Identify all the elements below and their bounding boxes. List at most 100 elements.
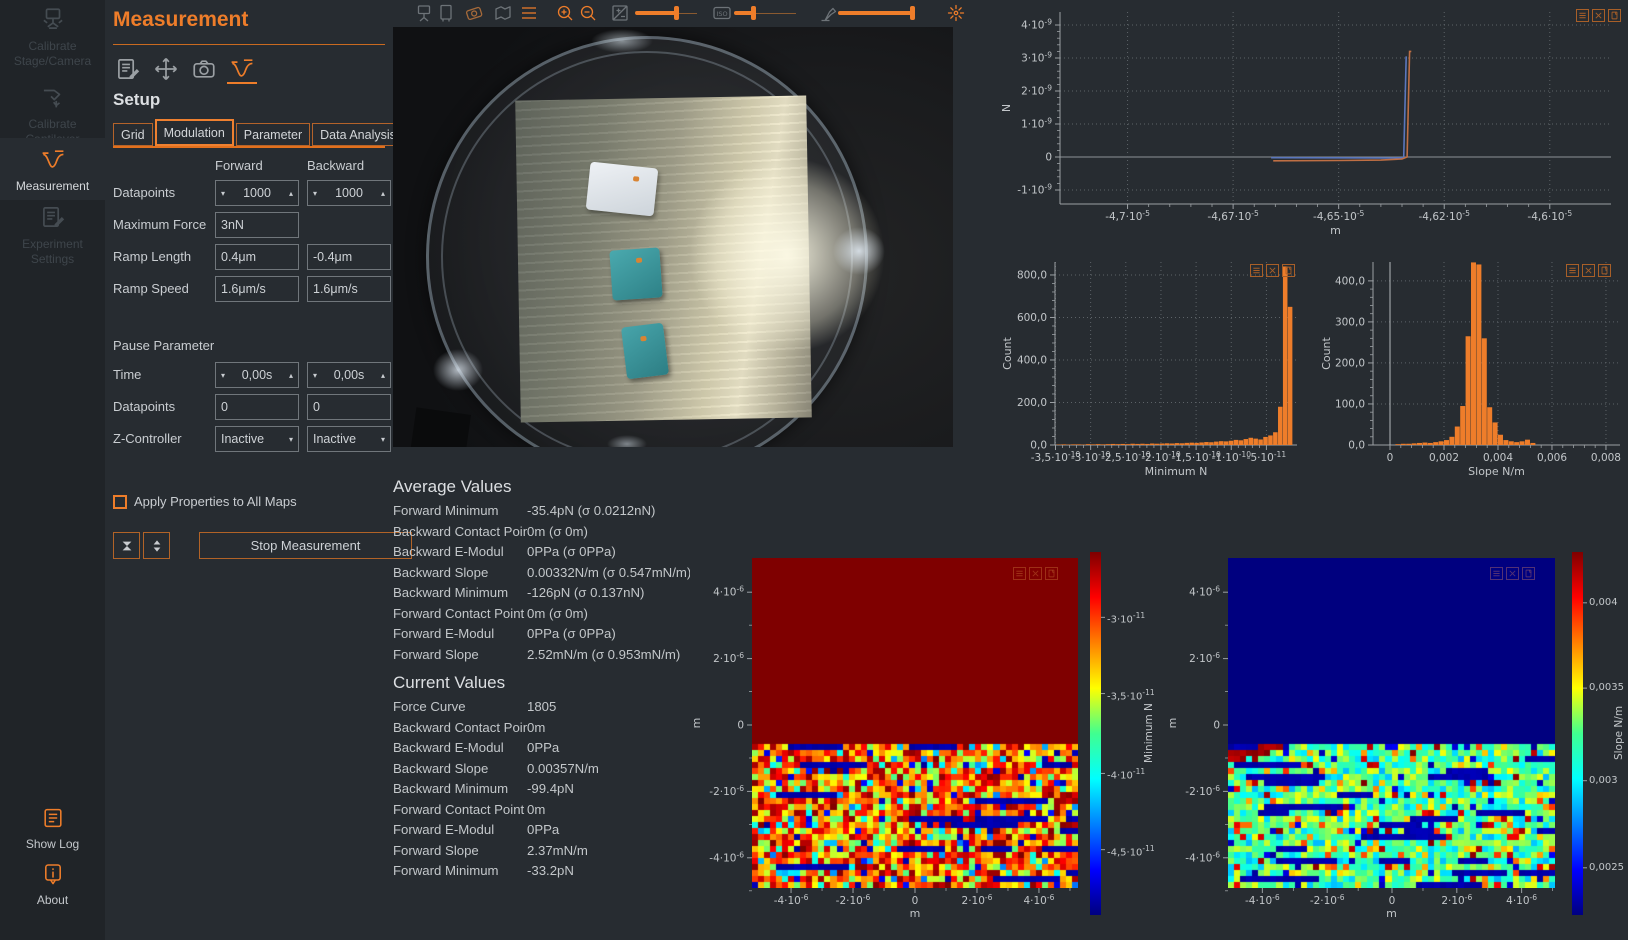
field-row-maximum-force: Maximum Force3nN <box>113 212 393 238</box>
chart-layout-icon[interactable] <box>1592 9 1605 22</box>
hist-bar <box>1244 439 1249 445</box>
chart-export-icon[interactable] <box>1598 264 1611 277</box>
colorbar-tick-label: -4,5·10-11 <box>1107 844 1155 858</box>
chart-layout-icon[interactable] <box>1506 567 1519 580</box>
sidebar-item-calibrate-stage-camera[interactable]: Calibrate Stage/Camera <box>0 6 105 69</box>
tool-camera-icon[interactable] <box>189 54 219 84</box>
current-value-row: Backward Contact Point0m <box>393 720 690 741</box>
svg-text:2·10-9: 2·10-9 <box>1021 84 1052 98</box>
current-value-row: Backward Slope0.00357N/m <box>393 761 690 782</box>
tab-grid[interactable]: Grid <box>113 123 153 146</box>
chart-export-icon[interactable] <box>1608 9 1621 22</box>
expand-button[interactable] <box>143 532 170 559</box>
chart-menu-icon[interactable] <box>1250 264 1263 277</box>
toolbar-zoom-out-icon[interactable] <box>578 3 598 23</box>
chart-menu-icon[interactable] <box>1490 567 1503 580</box>
toolbar-stage-icon[interactable] <box>414 3 434 23</box>
forward-dropdown[interactable]: Inactive▾ <box>215 426 299 452</box>
svg-text:-3·10-10: -3·10-10 <box>1071 450 1111 464</box>
toolbar-menu-icon[interactable] <box>519 3 539 23</box>
tool-move-icon[interactable] <box>151 54 181 84</box>
toolbar-sample-frame-icon[interactable] <box>436 3 456 23</box>
forward-input[interactable]: 0.4μm <box>215 244 299 270</box>
toolbar-slider-iso[interactable] <box>734 11 796 15</box>
field-label: Time <box>113 367 141 382</box>
tool-notes-icon[interactable] <box>113 54 143 84</box>
chart-export-icon[interactable] <box>1522 567 1535 580</box>
toolbar-slider-exposure[interactable] <box>635 11 697 15</box>
camera-live-view[interactable] <box>393 27 953 447</box>
backward-input[interactable]: 0 <box>307 394 391 420</box>
tab-parameter[interactable]: Parameter <box>236 123 310 146</box>
hist-bar <box>1224 441 1229 445</box>
stop-measurement-button[interactable]: Stop Measurement <box>199 532 412 559</box>
slider-handle[interactable] <box>751 6 756 20</box>
svg-text:-1·10-10: -1·10-10 <box>1212 450 1252 464</box>
apply-properties-checkbox[interactable] <box>113 495 127 509</box>
average-value-row: Backward E-Modul0PPa (σ 0PPa) <box>393 544 690 565</box>
forward-input[interactable]: 0 <box>215 394 299 420</box>
zoom-in-icon <box>555 3 575 23</box>
slider-handle[interactable] <box>910 6 915 20</box>
menu-icon <box>519 3 539 23</box>
svg-text:200,0: 200,0 <box>1335 357 1365 369</box>
svg-text:0,004: 0,004 <box>1483 452 1513 464</box>
field-label: Z-Controller <box>113 431 182 446</box>
toolbar-map-icon[interactable] <box>493 3 513 23</box>
toolbar-camera-tilt-icon[interactable] <box>464 3 484 23</box>
chart-layout-icon[interactable] <box>1582 264 1595 277</box>
backward-input[interactable]: 1.6μm/s <box>307 276 391 302</box>
notes-icon <box>40 204 66 230</box>
sidebar-item-measurement[interactable]: Measurement <box>0 138 105 200</box>
sidebar-item-label: About <box>0 893 105 908</box>
hist-bar <box>1476 264 1481 445</box>
chart-menu-icon[interactable] <box>1576 9 1589 22</box>
svg-text:2·10-6: 2·10-6 <box>1441 893 1472 907</box>
chart-layout-icon[interactable] <box>1266 264 1279 277</box>
value-label: Forward Minimum <box>393 503 527 524</box>
svg-text:4·10-6: 4·10-6 <box>1023 893 1054 907</box>
chart-layout-icon[interactable] <box>1029 567 1042 580</box>
value-text: 0m (σ 0m) <box>527 606 690 627</box>
tool-force-curve-icon[interactable] <box>227 54 257 84</box>
value-label: Forward Slope <box>393 843 527 864</box>
tab-modulation[interactable]: Modulation <box>155 119 234 146</box>
sidebar-item-experiment-settings[interactable]: Experiment Settings <box>0 204 105 267</box>
sidebar-item-about[interactable]: About <box>0 862 105 908</box>
backward-input[interactable]: -0.4μm <box>307 244 391 270</box>
chart-menu-icon[interactable] <box>1013 567 1026 580</box>
collapse-button[interactable] <box>113 532 140 559</box>
sidebar-item-show-log[interactable]: Show Log <box>0 806 105 852</box>
hist-bar <box>1199 442 1204 445</box>
field-row-z-controller: Z-Controller Inactive▾ Inactive▾ <box>113 426 393 452</box>
camera-toolbar: ISO <box>393 0 973 26</box>
toolbar-led-icon[interactable] <box>946 3 966 23</box>
value-text: 0m <box>527 802 690 823</box>
average-value-row: Forward Slope2.52mN/m (σ 0.953mN/m) <box>393 647 690 668</box>
slider-handle[interactable] <box>674 6 679 20</box>
sample-teal-1 <box>609 247 662 300</box>
svg-text:0,0: 0,0 <box>1030 440 1047 452</box>
backward-dropdown[interactable]: Inactive▾ <box>307 426 391 452</box>
toolbar-zoom-in-icon[interactable] <box>555 3 575 23</box>
toolbar-slider-lamp[interactable] <box>838 11 914 15</box>
forward-input[interactable]: 3nN <box>215 212 299 238</box>
hist-bar <box>1444 440 1449 445</box>
chart-export-icon[interactable] <box>1282 264 1295 277</box>
average-value-row: Backward Contact Point0m (σ 0m) <box>393 524 690 545</box>
svg-text:Count: Count <box>1001 336 1014 369</box>
hist-bar <box>1439 441 1444 445</box>
backward-spinner[interactable]: ▾0,00s▴ <box>307 362 391 388</box>
chart-menu-icon[interactable] <box>1566 264 1579 277</box>
hist-bar <box>1140 444 1145 445</box>
forward-spinner[interactable]: ▾1000▴ <box>215 180 299 206</box>
hist-bar <box>1466 336 1471 445</box>
backward-spinner[interactable]: ▾1000▴ <box>307 180 391 206</box>
svg-text:-2·10-6: -2·10-6 <box>1185 784 1220 798</box>
svg-text:Count: Count <box>1320 336 1333 369</box>
svg-text:0,006: 0,006 <box>1537 452 1567 464</box>
forward-input[interactable]: 1.6μm/s <box>215 276 299 302</box>
chart-export-icon[interactable] <box>1045 567 1058 580</box>
forward-spinner[interactable]: ▾0,00s▴ <box>215 362 299 388</box>
tab-data-analysis[interactable]: Data Analysis <box>312 123 404 146</box>
